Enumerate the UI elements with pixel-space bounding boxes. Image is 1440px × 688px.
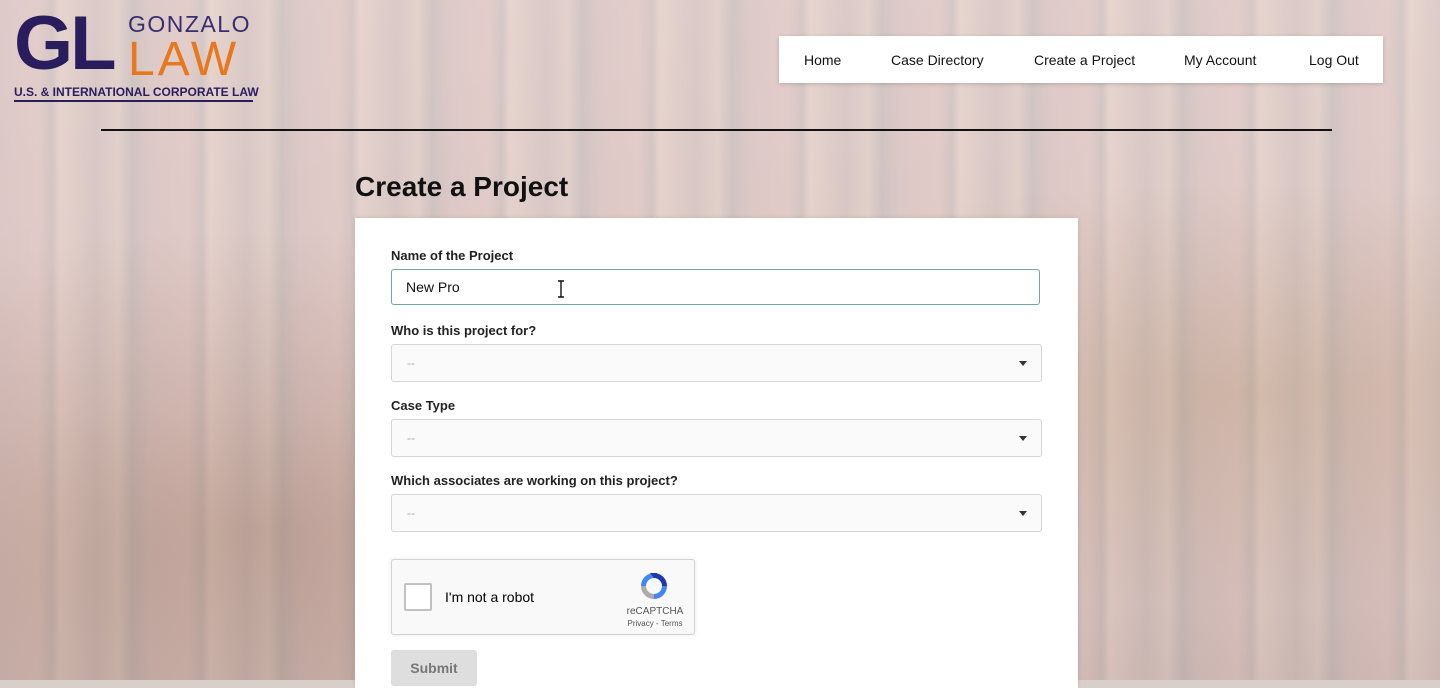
nav-item-log-out[interactable]: Log Out [1309,52,1359,68]
client-label: Who is this project for? [391,323,537,338]
project-name-label: Name of the Project [391,248,514,263]
create-project-form: Name of the Project Who is this project … [355,218,1078,688]
submit-button[interactable]: Submit [391,650,477,686]
recaptcha-checkbox[interactable] [404,583,432,611]
text-cursor-icon [558,280,564,298]
recaptcha-privacy-terms[interactable]: Privacy - Terms [620,619,690,628]
recaptcha-icon [641,573,667,599]
logo-name-bottom: LAW [128,33,240,86]
main-nav: Home Case Directory Create a Project My … [779,36,1383,83]
nav-item-home[interactable]: Home [804,52,841,68]
project-name-input[interactable] [391,269,1040,305]
logo-initials: GL [14,1,117,86]
case-type-select-value: -- [407,431,415,445]
nav-item-create-project[interactable]: Create a Project [1034,52,1135,68]
case-type-label: Case Type [391,398,456,413]
chevron-down-icon [1019,436,1027,441]
chevron-down-icon [1019,361,1027,366]
header-divider [101,129,1332,131]
client-select-value: -- [407,356,415,370]
associates-select-value: -- [407,506,415,520]
recaptcha-label: I'm not a robot [445,589,535,605]
page: GL GONZALO LAW U.S. & INTERNATIONAL CORP… [0,0,1440,688]
recaptcha-brand: reCAPTCHA [626,606,684,617]
client-select[interactable]: -- [391,344,1042,382]
associates-select[interactable]: -- [391,494,1042,532]
associates-label: Which associates are working on this pro… [391,473,678,488]
chevron-down-icon [1019,511,1027,516]
nav-item-case-directory[interactable]: Case Directory [891,52,984,68]
case-type-select[interactable]: -- [391,419,1042,457]
recaptcha-widget: I'm not a robot reCAPTCHA Privacy - Term… [391,559,695,635]
logo[interactable]: GL GONZALO LAW U.S. & INTERNATIONAL CORP… [14,6,259,104]
logo-tagline: U.S. & INTERNATIONAL CORPORATE LAW [14,86,259,102]
page-title: Create a Project [355,171,569,202]
nav-item-my-account[interactable]: My Account [1184,52,1256,68]
